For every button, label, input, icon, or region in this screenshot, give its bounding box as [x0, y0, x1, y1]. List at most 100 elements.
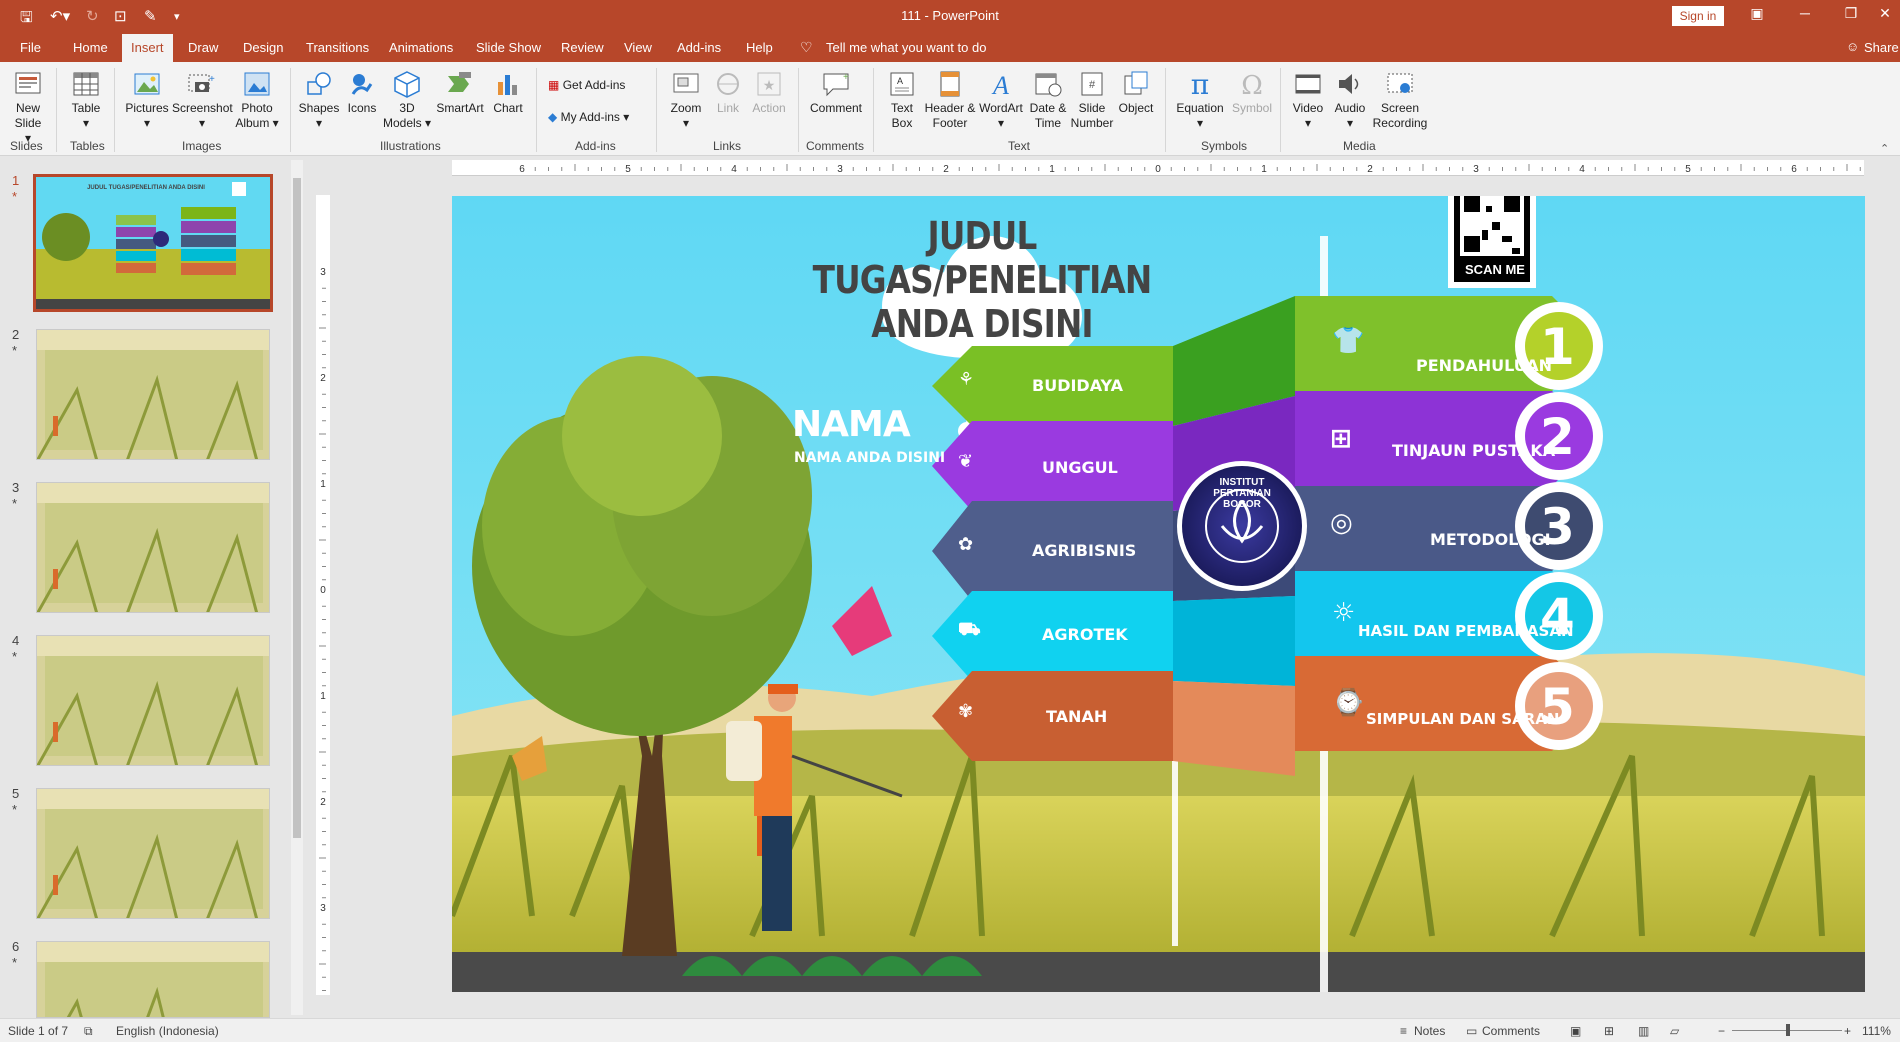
zoom-out-icon[interactable]: − — [1718, 1024, 1725, 1038]
zoom-level[interactable]: 111% — [1862, 1024, 1891, 1038]
right-item-pendahuluan[interactable]: PENDAHULUAN — [1416, 356, 1552, 375]
notes-button[interactable]: Notes — [1414, 1024, 1445, 1038]
calendar-icon — [1035, 73, 1062, 97]
tab-help[interactable]: Help — [746, 40, 773, 55]
right-item-simpulan-dan-saran[interactable]: SIMPULAN DAN SARAN — [1366, 710, 1559, 728]
close-icon[interactable]: ✕ — [1870, 5, 1900, 22]
tab-design[interactable]: Design — [243, 40, 283, 55]
name-subtitle[interactable]: NAMA ANDA DISINI — [794, 450, 945, 466]
minimize-icon[interactable]: ─ — [1790, 5, 1820, 21]
reading-view-icon[interactable]: ▥ — [1638, 1024, 1649, 1038]
group-add-ins: Add-ins — [575, 139, 616, 153]
shapes-button[interactable]: Shapes ▾ — [296, 70, 342, 131]
link-icon — [717, 73, 739, 95]
tab-view[interactable]: View — [624, 40, 652, 55]
table-button[interactable]: Table ▾ — [64, 70, 108, 131]
leaf-icon: ❦ — [958, 451, 974, 472]
comment-button[interactable]: + Comment — [806, 70, 866, 116]
tell-me-search[interactable]: Tell me what you want to do — [826, 40, 986, 55]
right-item-tinjaun-pustaka[interactable]: TINJAUN PUSTAKA — [1392, 441, 1555, 460]
tab-transitions[interactable]: Transitions — [306, 40, 369, 55]
language-indicator[interactable]: English (Indonesia) — [116, 1024, 219, 1038]
get-add-ins-button[interactable]: ▦ Get Add-ins — [548, 78, 625, 92]
left-item-agrotek[interactable]: AGROTEK — [1042, 625, 1128, 644]
thumbnail-3-preview — [37, 483, 269, 612]
new-slide-button[interactable]: New Slide ▾ — [6, 70, 50, 146]
group-slides: Slides — [10, 139, 43, 153]
tab-review[interactable]: Review — [561, 40, 604, 55]
object-button[interactable]: Object — [1114, 70, 1158, 116]
collapse-ribbon-icon[interactable]: ⌃ — [1880, 142, 1889, 155]
slideshow-icon[interactable]: ▱ — [1670, 1024, 1679, 1038]
video-button[interactable]: Video ▾ — [1288, 70, 1328, 131]
video-label: Video — [1292, 101, 1324, 115]
slide-sorter-icon[interactable]: ⊞ — [1604, 1024, 1614, 1038]
normal-view-icon[interactable]: ▣ — [1570, 1024, 1581, 1038]
group-divider — [656, 68, 657, 152]
zoom-slider-thumb[interactable] — [1786, 1024, 1790, 1036]
icons-button[interactable]: Icons — [342, 70, 382, 116]
tab-draw[interactable]: Draw — [188, 40, 218, 55]
screenshot-button[interactable]: + Screenshot ▾ — [172, 70, 233, 131]
equation-button[interactable]: π Equation ▾ — [1172, 70, 1228, 131]
thumbnail-scrollbar[interactable] — [291, 160, 303, 1015]
slide-canvas[interactable]: JUDUL TUGAS/PENELITIAN ANDA DISINI SCAN … — [452, 196, 1865, 992]
scrollbar-thumb[interactable] — [293, 178, 301, 838]
audio-button[interactable]: Audio ▾ — [1330, 70, 1370, 131]
tab-add-ins[interactable]: Add-ins — [677, 40, 721, 55]
tab-home[interactable]: Home — [73, 40, 108, 55]
speaker-icon — [1339, 74, 1359, 94]
zoom-button[interactable]: Zoom ▾ — [664, 70, 708, 131]
tab-slide-show[interactable]: Slide Show — [476, 40, 541, 55]
slide-thumbnail-2[interactable] — [36, 329, 270, 460]
symbol-button[interactable]: Ω Symbol — [1228, 70, 1276, 116]
zoom-in-icon[interactable]: + — [1844, 1024, 1851, 1038]
name-heading[interactable]: NAMA — [792, 404, 911, 445]
photo-album-button[interactable]: Photo Album ▾ — [232, 70, 282, 131]
left-item-tanah[interactable]: TANAH — [1046, 707, 1107, 726]
slide-number: 4 — [12, 633, 20, 648]
tab-animations[interactable]: Animations — [389, 40, 453, 55]
spellcheck-icon[interactable]: ⧉ — [84, 1024, 93, 1039]
screen-recording-button[interactable]: Screen Recording — [1370, 70, 1430, 131]
3d-models-button[interactable]: 3D Models ▾ — [382, 70, 432, 131]
comment-label: Comment — [809, 101, 862, 115]
tab-file[interactable]: File — [20, 40, 41, 55]
slide-number-button[interactable]: # Slide Number — [1070, 70, 1114, 131]
tab-insert[interactable]: Insert — [122, 34, 173, 62]
my-add-ins-button[interactable]: ◆ My Add-ins ▾ — [548, 110, 629, 124]
ribbon-display-icon[interactable]: ▣ — [1742, 5, 1772, 22]
slide-thumbnail-5[interactable] — [36, 788, 270, 919]
left-item-agribisnis[interactable]: AGRIBISNIS — [1032, 541, 1136, 560]
pictures-icon — [134, 73, 160, 95]
ruler-label: 3 — [1473, 164, 1479, 175]
slide-indicator[interactable]: Slide 1 of 7 — [8, 1024, 68, 1038]
film-icon — [1295, 74, 1321, 94]
slide-thumbnail-4[interactable] — [36, 635, 270, 766]
left-item-budidaya[interactable]: BUDIDAYA — [1032, 376, 1123, 395]
my-add-ins-label: My Add-ins — [560, 110, 620, 124]
sign-in-button[interactable]: Sign in — [1672, 6, 1724, 26]
pictures-button[interactable]: Pictures ▾ — [122, 70, 172, 131]
action-button[interactable]: ★ Action — [748, 70, 790, 116]
object-icon — [1124, 71, 1148, 95]
slide-thumbnail-3[interactable] — [36, 482, 270, 613]
wordart-button[interactable]: A WordArt ▾ — [976, 70, 1026, 131]
date-time-button[interactable]: Date & Time — [1026, 70, 1070, 131]
comments-button[interactable]: Comments — [1482, 1024, 1540, 1038]
link-button[interactable]: Link — [708, 70, 748, 116]
animation-star: * — [12, 343, 18, 358]
group-divider — [1280, 68, 1281, 152]
slide-title[interactable]: JUDUL TUGAS/PENELITIAN ANDA DISINI — [758, 214, 1205, 346]
maximize-icon[interactable]: ❐ — [1836, 5, 1866, 22]
right-item-metodologi[interactable]: METODOLOGI — [1430, 530, 1551, 549]
smartart-button[interactable]: SmartArt — [432, 70, 488, 116]
left-item-unggul[interactable]: UNGGUL — [1042, 458, 1118, 477]
share-button[interactable]: Share — [1864, 40, 1899, 55]
slide-thumbnail-6[interactable] — [36, 941, 270, 1018]
slide-thumbnail-1[interactable]: JUDUL TUGAS/PENELITIAN ANDA DISINI — [33, 174, 273, 312]
chart-button[interactable]: Chart — [488, 70, 528, 116]
comments-icon: ▭ — [1466, 1024, 1478, 1038]
header-footer-button[interactable]: Header & Footer — [924, 70, 976, 131]
text-box-button[interactable]: A Text Box — [880, 70, 924, 131]
